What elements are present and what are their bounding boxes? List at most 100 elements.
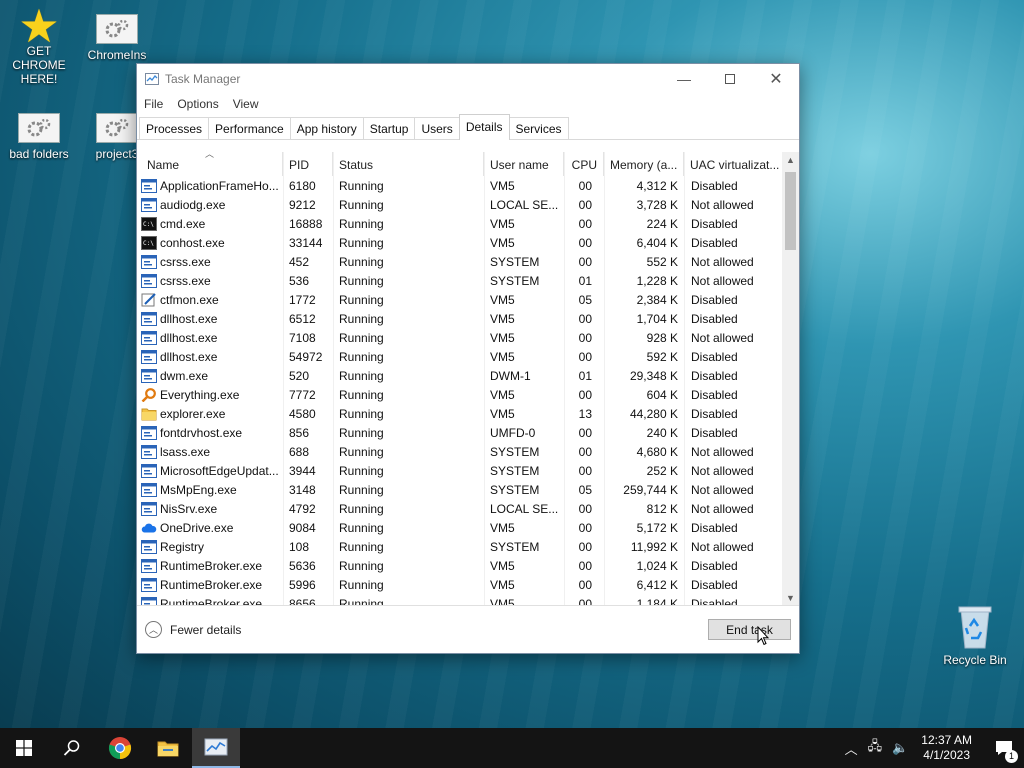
svg-text:C:\: C:\ bbox=[143, 240, 154, 247]
cell-cpu: 00 bbox=[578, 463, 592, 478]
taskbar-chrome[interactable] bbox=[96, 728, 144, 768]
taskbar-task-manager[interactable] bbox=[192, 728, 240, 768]
cell-status: Running bbox=[339, 425, 384, 440]
table-row[interactable]: C:\ cmd.exe 16888 Running VM5 00 224 K Disabled bbox=[137, 214, 782, 233]
cell-uac: Disabled bbox=[691, 577, 738, 592]
cell-status: Running bbox=[339, 463, 384, 478]
menu-view[interactable]: View bbox=[233, 97, 259, 111]
cell-cpu: 00 bbox=[578, 577, 592, 592]
cell-cpu: 00 bbox=[578, 425, 592, 440]
column-header-memory[interactable]: Memory (a... bbox=[604, 152, 684, 176]
network-icon[interactable]: 🖧 bbox=[868, 737, 883, 759]
desktop-icon-get-chrome[interactable]: ★ GET CHROME HERE! bbox=[0, 3, 78, 86]
cell-pid: 6512 bbox=[289, 311, 316, 326]
cell-cpu: 00 bbox=[578, 330, 592, 345]
action-center-button[interactable]: 1 bbox=[984, 740, 1024, 763]
cell-pid: 536 bbox=[289, 273, 310, 288]
table-row[interactable]: C:\ conhost.exe 33144 Running VM5 00 6,404 K Di… bbox=[137, 233, 782, 252]
tab-processes[interactable]: Processes bbox=[139, 117, 210, 139]
process-name: fontdrvhost.exe bbox=[160, 425, 243, 440]
table-row[interactable]: csrss.exe 452 Running SYSTEM 00 552 K Not allo… bbox=[137, 252, 782, 271]
table-row[interactable]: Everything.exe 7772 Running VM5 00 604 K Disab… bbox=[137, 385, 782, 404]
tab-services[interactable]: Services bbox=[508, 117, 569, 139]
volume-icon[interactable]: 🔈 bbox=[892, 740, 908, 756]
minimize-button[interactable]: — bbox=[661, 64, 707, 94]
cell-name: RuntimeBroker.exe bbox=[137, 577, 283, 592]
cell-memory: 5,172 K bbox=[636, 520, 678, 535]
table-row[interactable]: dllhost.exe 54972 Running VM5 00 592 K Disable… bbox=[137, 347, 782, 366]
cell-cpu: 00 bbox=[578, 235, 592, 250]
cell-memory: 6,404 K bbox=[636, 235, 678, 250]
table-row[interactable]: lsass.exe 688 Running SYSTEM 00 4,680 K Not al… bbox=[137, 442, 782, 461]
cell-pid: 7108 bbox=[289, 330, 316, 345]
desktop-icon-chromeins[interactable]: ChromeIns bbox=[78, 14, 156, 62]
table-row[interactable]: dllhost.exe 6512 Running VM5 00 1,704 K Disabl… bbox=[137, 309, 782, 328]
table-row[interactable]: csrss.exe 536 Running SYSTEM 01 1,228 K Not al… bbox=[137, 271, 782, 290]
tab-app-history[interactable]: App history bbox=[289, 117, 364, 139]
taskbar-file-explorer[interactable] bbox=[144, 728, 192, 768]
column-header-user-name[interactable]: User name bbox=[484, 152, 564, 176]
cell-pid: 9084 bbox=[289, 520, 316, 535]
process-name: Everything.exe bbox=[160, 387, 240, 402]
table-row[interactable]: Registry 108 Running SYSTEM 00 11,992 K Not al… bbox=[137, 537, 782, 556]
tab-details[interactable]: Details bbox=[458, 114, 510, 140]
process-name: cmd.exe bbox=[160, 216, 206, 231]
column-header-cpu[interactable]: CPU bbox=[564, 152, 604, 176]
end-task-button[interactable]: End task bbox=[708, 619, 791, 640]
table-row[interactable]: MicrosoftEdgeUpdat... 3944 Running SYSTEM 00… bbox=[137, 461, 782, 480]
cell-pid: 9212 bbox=[289, 197, 316, 212]
cell-uac: Disabled bbox=[691, 292, 738, 307]
table-row[interactable]: NisSrv.exe 4792 Running LOCAL SE... 00 812 K N… bbox=[137, 499, 782, 518]
tab-strip: Processes Performance App history Startu… bbox=[137, 114, 799, 140]
cell-name: OneDrive.exe bbox=[137, 521, 283, 535]
menu-options[interactable]: Options bbox=[177, 97, 218, 111]
table-row[interactable]: RuntimeBroker.exe 5636 Running VM5 00 1,024 K… bbox=[137, 556, 782, 575]
fewer-details-button[interactable]: ︿ Fewer details bbox=[145, 621, 241, 638]
clock[interactable]: 12:37 AM 4/1/2023 bbox=[921, 733, 972, 763]
cell-pid: 108 bbox=[289, 539, 310, 554]
close-button[interactable]: ✕ bbox=[753, 64, 799, 94]
table-row[interactable]: MsMpEng.exe 3148 Running SYSTEM 05 259,744 K N… bbox=[137, 480, 782, 499]
cell-cpu: 00 bbox=[578, 349, 592, 364]
column-header-status[interactable]: Status bbox=[333, 152, 484, 176]
scroll-thumb[interactable] bbox=[785, 172, 796, 250]
desktop-icon-bad-folders[interactable]: bad folders bbox=[0, 113, 78, 161]
cell-memory: 552 K bbox=[646, 254, 678, 269]
title-bar[interactable]: Task Manager — ✕ bbox=[137, 64, 799, 94]
cell-status: Running bbox=[339, 577, 384, 592]
desktop-icon-label: ChromeIns bbox=[87, 48, 147, 62]
start-button[interactable] bbox=[0, 728, 48, 768]
table-row[interactable]: RuntimeBroker.exe 5996 Running VM5 00 6,412 K… bbox=[137, 575, 782, 594]
scroll-down-icon[interactable]: ▼ bbox=[782, 590, 799, 606]
cell-uac: Not allowed bbox=[691, 330, 754, 345]
column-header-uac[interactable]: UAC virtualizat... bbox=[684, 152, 782, 176]
tab-performance[interactable]: Performance bbox=[208, 117, 291, 139]
desktop-icon-recycle-bin[interactable]: Recycle Bin bbox=[936, 604, 1014, 667]
cell-cpu: 01 bbox=[578, 368, 592, 383]
table-row[interactable]: ApplicationFrameHo... 6180 Running VM5 00 4,3… bbox=[137, 176, 782, 195]
table-row[interactable]: ctfmon.exe 1772 Running VM5 05 2,384 K Disable… bbox=[137, 290, 782, 309]
cell-name: explorer.exe bbox=[137, 407, 283, 421]
table-row[interactable]: dwm.exe 520 Running DWM-1 01 29,348 K Disabled bbox=[137, 366, 782, 385]
cell-cpu: 00 bbox=[578, 254, 592, 269]
table-row[interactable]: dllhost.exe 7108 Running VM5 00 928 K Not allo… bbox=[137, 328, 782, 347]
chevron-up-icon[interactable]: ︿ bbox=[845, 739, 858, 758]
table-row[interactable]: fontdrvhost.exe 856 Running UMFD-0 00 240 K Di… bbox=[137, 423, 782, 442]
cell-cpu: 00 bbox=[578, 539, 592, 554]
cell-uac: Not allowed bbox=[691, 273, 754, 288]
cell-name: audiodg.exe bbox=[137, 197, 283, 212]
cell-uac: Not allowed bbox=[691, 254, 754, 269]
cell-user: SYSTEM bbox=[490, 482, 540, 497]
table-row[interactable]: explorer.exe 4580 Running VM5 13 44,280 K Disa… bbox=[137, 404, 782, 423]
menu-file[interactable]: File bbox=[144, 97, 163, 111]
maximize-button[interactable] bbox=[707, 64, 753, 94]
table-row[interactable]: OneDrive.exe 9084 Running VM5 00 5,172 K Disab… bbox=[137, 518, 782, 537]
tab-users[interactable]: Users bbox=[414, 117, 460, 139]
column-header-pid[interactable]: PID bbox=[283, 152, 333, 176]
cell-memory: 252 K bbox=[646, 463, 678, 478]
tab-startup[interactable]: Startup bbox=[362, 117, 416, 139]
vertical-scrollbar[interactable]: ▲ ▼ bbox=[782, 152, 799, 606]
search-button[interactable] bbox=[48, 728, 96, 768]
scroll-up-icon[interactable]: ▲ bbox=[782, 152, 799, 169]
table-row[interactable]: audiodg.exe 9212 Running LOCAL SE... 00 3,728… bbox=[137, 195, 782, 214]
